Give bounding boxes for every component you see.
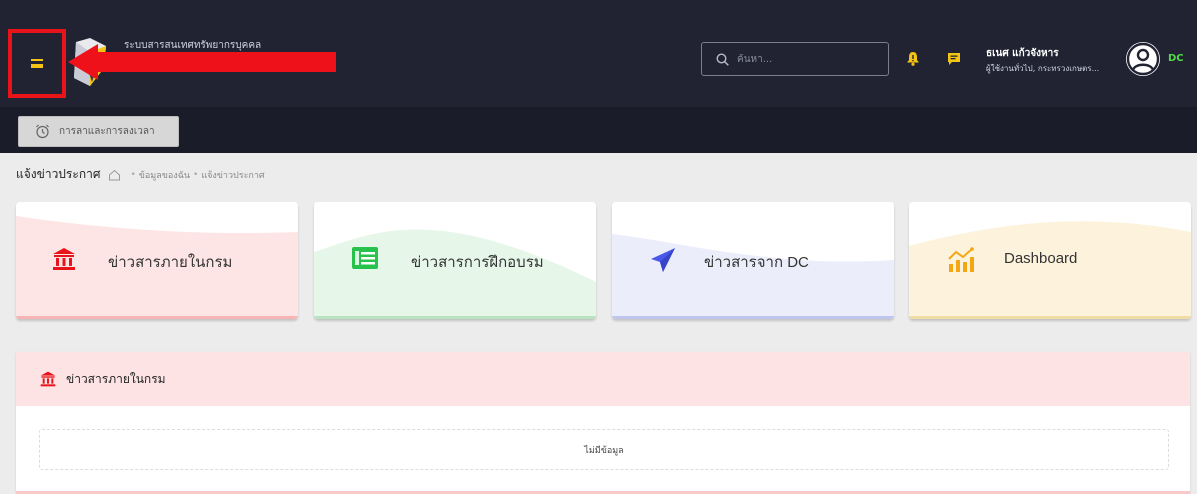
- search-icon: [716, 52, 729, 66]
- search-input[interactable]: [737, 53, 877, 65]
- card-label: ข่าวสารจาก DC: [704, 254, 809, 271]
- card-bottom-border: [314, 316, 596, 319]
- notification-bell-icon[interactable]: [906, 51, 920, 66]
- annotation-arrow: [68, 44, 336, 80]
- menu-toggle-button[interactable]: [8, 29, 66, 98]
- user-name[interactable]: ธเนศ แก้วจังหาร: [986, 46, 1059, 61]
- bar-chart-icon: [948, 247, 974, 272]
- breadcrumb-separator: •: [130, 169, 136, 180]
- leave-attendance-label: การลาและการลงเวลา: [59, 126, 155, 137]
- leave-attendance-button[interactable]: การลาและการลงเวลา: [18, 116, 179, 147]
- user-role: ผู้ใช้งานทั่วไป, กระทรวงเกษตร...: [986, 64, 1100, 73]
- card-dc-news[interactable]: ข่าวสารจาก DC: [612, 202, 894, 319]
- bank-icon: [40, 371, 56, 387]
- breadcrumb-item[interactable]: ข้อมูลของฉัน: [139, 168, 190, 182]
- search-box[interactable]: [701, 42, 889, 76]
- alarm-clock-icon: [36, 124, 49, 139]
- card-label: ข่าวสารการฝึกอบรม: [411, 254, 544, 271]
- card-training-news[interactable]: ข่าวสารการฝึกอบรม: [314, 202, 596, 319]
- card-internal-news[interactable]: ข่าวสารภายในกรม: [16, 202, 298, 319]
- internal-news-panel: ข่าวสารภายในกรม ไม่มีข้อมูล: [16, 352, 1190, 494]
- home-icon[interactable]: [108, 169, 121, 181]
- bank-icon: [53, 248, 75, 270]
- newspaper-icon: [352, 247, 378, 269]
- org-code: DC: [1168, 53, 1184, 64]
- panel-title: ข่าวสารภายในกรม: [66, 371, 166, 386]
- card-bottom-border: [16, 316, 298, 319]
- breadcrumb-separator: •: [193, 169, 199, 180]
- top-bar: ระบบสารสนเทศทรัพยากรบุคคล ธเนศ แก้วจังหา…: [0, 0, 1197, 107]
- panel-header: ข่าวสารภายในกรม: [16, 352, 1190, 406]
- hamburger-icon: [31, 59, 43, 68]
- message-icon[interactable]: [947, 52, 961, 66]
- sub-toolbar: การลาและการลงเวลา: [0, 107, 1197, 153]
- breadcrumb-item[interactable]: แจ้งข่าวประกาศ: [201, 168, 264, 182]
- card-bottom-border: [909, 316, 1191, 319]
- empty-state: ไม่มีข้อมูล: [39, 429, 1169, 470]
- card-dashboard[interactable]: Dashboard: [909, 202, 1191, 319]
- card-bottom-border: [612, 316, 894, 319]
- user-avatar-icon[interactable]: [1125, 41, 1161, 77]
- card-label: Dashboard: [1004, 250, 1078, 267]
- page-title: แจ้งข่าวประกาศ: [16, 167, 101, 181]
- paper-plane-icon: [651, 248, 675, 272]
- card-label: ข่าวสารภายในกรม: [108, 254, 233, 271]
- breadcrumb: แจ้งข่าวประกาศ • ข้อมูลของฉัน • แจ้งข่าว…: [16, 165, 265, 184]
